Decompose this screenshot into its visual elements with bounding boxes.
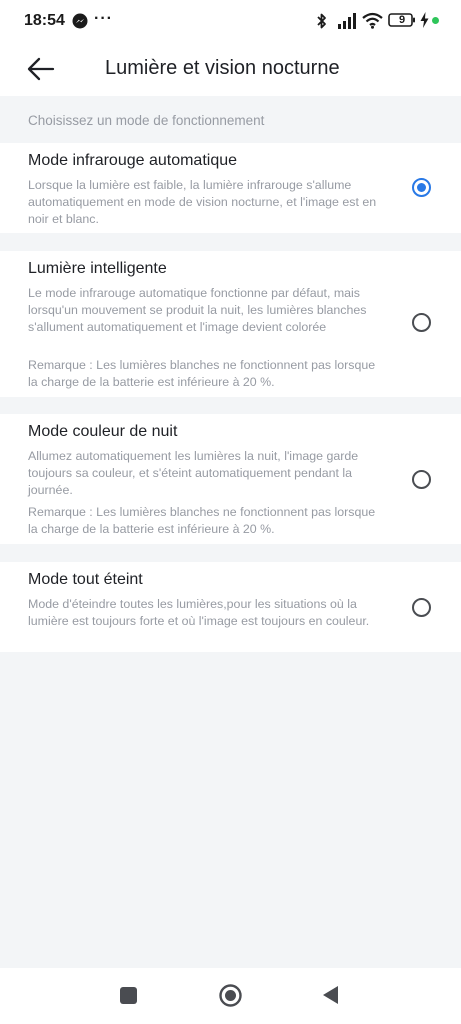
- option-note: Remarque : Les lumières blanches ne fonc…: [28, 505, 376, 536]
- navigation-bar: [0, 968, 461, 1024]
- recents-icon[interactable]: [120, 987, 137, 1004]
- messenger-icon: [72, 13, 88, 29]
- radio-all-off[interactable]: [412, 598, 431, 617]
- option-title: Mode couleur de nuit: [28, 423, 178, 440]
- page-title: Lumière et vision nocturne: [105, 57, 340, 79]
- option-auto-infrared[interactable]: Mode infrarouge automatique Lorsque la l…: [0, 143, 461, 233]
- signal-icon: [338, 13, 356, 29]
- option-night-color[interactable]: Mode couleur de nuit Allumez automatique…: [0, 414, 461, 544]
- back-icon[interactable]: [322, 985, 339, 1005]
- status-time: 18:54: [24, 12, 65, 29]
- option-title: Mode infrarouge automatique: [28, 152, 238, 169]
- battery-level: 9: [398, 14, 406, 26]
- section-label: Choisissez un mode de fonctionnement: [28, 113, 265, 128]
- home-icon[interactable]: [219, 984, 242, 1007]
- bluetooth-icon: [317, 13, 326, 29]
- more-notifications-icon: ···: [94, 10, 113, 27]
- option-title: Lumière intelligente: [28, 260, 167, 277]
- option-note: Remarque : Les lumières blanches ne fonc…: [28, 358, 376, 389]
- charging-indicator-dot: [432, 17, 439, 24]
- charging-icon: [420, 12, 429, 28]
- arrow-left-icon: [27, 57, 55, 81]
- option-description: Mode d'éteindre toutes les lumières,pour…: [28, 597, 370, 628]
- status-bar: 18:54 ··· 9: [0, 0, 461, 44]
- radio-auto-infrared[interactable]: [412, 178, 431, 197]
- option-smart-light[interactable]: Lumière intelligente Le mode infrarouge …: [0, 251, 461, 397]
- option-all-off[interactable]: Mode tout éteint Mode d'éteindre toutes …: [0, 562, 461, 652]
- radio-smart-light[interactable]: [412, 313, 431, 332]
- app-header: Lumière et vision nocturne: [0, 44, 461, 96]
- option-description: Allumez automatiquement les lumières la …: [28, 449, 359, 497]
- radio-night-color[interactable]: [412, 470, 431, 489]
- option-description: Le mode infrarouge automatique fonctionn…: [28, 286, 367, 334]
- option-title: Mode tout éteint: [28, 571, 143, 588]
- wifi-icon: [362, 12, 383, 29]
- option-description: Lorsque la lumière est faible, la lumièr…: [28, 178, 377, 226]
- back-button[interactable]: [24, 54, 60, 84]
